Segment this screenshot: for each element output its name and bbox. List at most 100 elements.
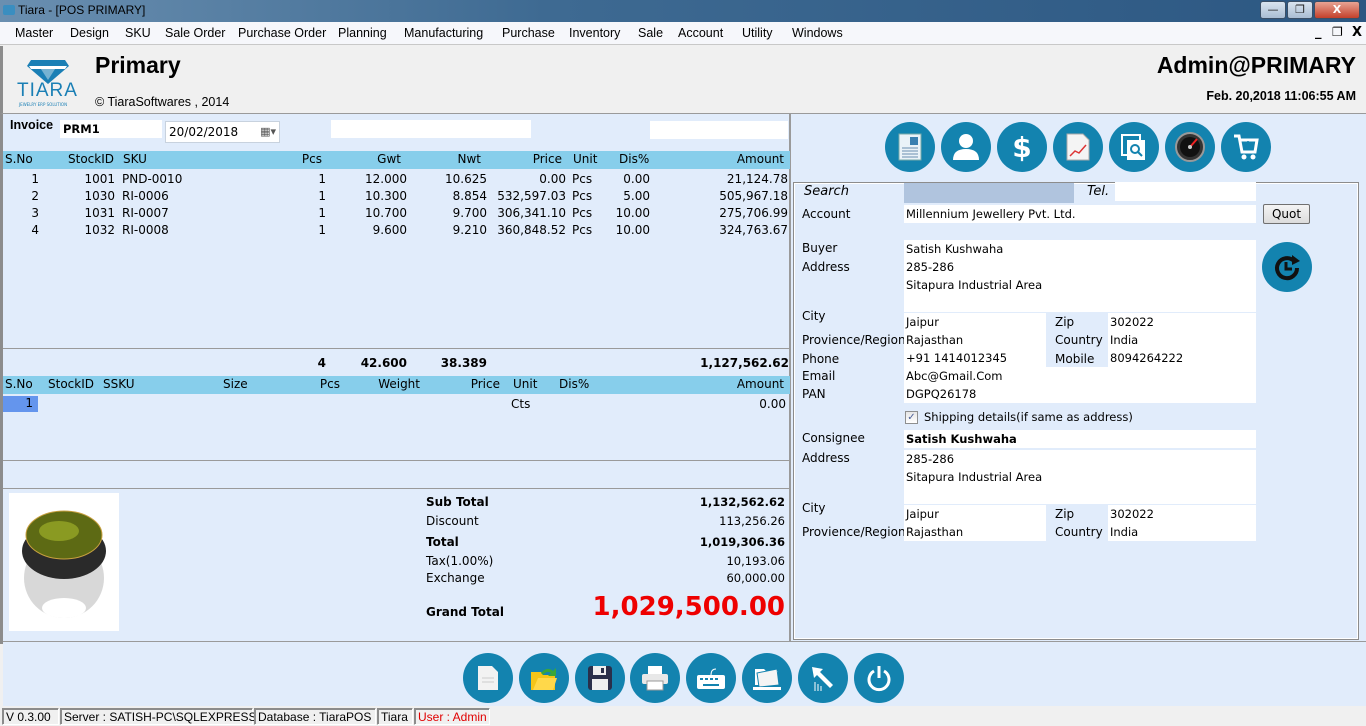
close-button[interactable]: X: [1314, 1, 1360, 19]
item-row[interactable]: 1 1001 PND-0010 1 12.000 10.625 0.00 Pcs 0.00 21,…: [3, 171, 790, 188]
ship-zip-input[interactable]: 302022: [1108, 505, 1256, 523]
mdi-minimize-button[interactable]: _: [1315, 25, 1322, 40]
col-stone-price[interactable]: Price: [471, 377, 500, 391]
maximize-button[interactable]: ❐: [1287, 1, 1313, 19]
col-stone-pcs[interactable]: Pcs: [320, 377, 340, 391]
menu-sale-order[interactable]: Sale Order: [165, 26, 225, 40]
mdi-close-button[interactable]: X: [1352, 25, 1362, 40]
col-sku[interactable]: SKU: [123, 152, 147, 166]
address-line2-input[interactable]: Sitapura Industrial Area: [904, 276, 1256, 294]
zip-input[interactable]: 302022: [1108, 313, 1256, 331]
col-stone-ssku[interactable]: SSKU: [103, 377, 135, 391]
menu-sale[interactable]: Sale: [638, 26, 663, 40]
email-input[interactable]: Abc@Gmail.Com: [904, 367, 1256, 385]
menu-sku[interactable]: SKU: [125, 26, 151, 40]
menu-account[interactable]: Account: [678, 26, 723, 40]
cell-amount: 275,706.99: [719, 206, 788, 220]
col-stockid[interactable]: StockID: [68, 152, 114, 166]
ship-region-label: Provience/Region: [802, 525, 906, 539]
consignee-input[interactable]: Satish Kushwaha: [904, 430, 1256, 448]
exchange-value: 60,000.00: [726, 571, 785, 585]
item-row[interactable]: 2 1030 RI-0006 1 10.300 8.854 532,597.03 Pcs 5.0…: [3, 188, 790, 205]
ship-region-input[interactable]: Rajasthan: [904, 523, 1046, 541]
col-amount[interactable]: Amount: [737, 152, 784, 166]
pointer-button[interactable]: [798, 653, 848, 703]
col-stone-sno[interactable]: S.No: [5, 377, 33, 391]
minimize-button[interactable]: —: [1260, 1, 1286, 19]
cart-button[interactable]: [1221, 122, 1271, 172]
search-document-button[interactable]: [1109, 122, 1159, 172]
ship-address-line2-input[interactable]: Sitapura Industrial Area: [904, 468, 1256, 486]
col-stone-unit[interactable]: Unit: [513, 377, 537, 391]
phone-input[interactable]: +91 1414012345: [904, 349, 1046, 367]
exit-button[interactable]: [854, 653, 904, 703]
ship-city-input[interactable]: Jaipur: [904, 505, 1046, 523]
cursor-arrow-icon: [812, 667, 833, 691]
calendar-dropdown-icon[interactable]: ▦▾: [260, 125, 276, 138]
region-input[interactable]: Rajasthan: [904, 331, 1046, 349]
stone-row-sno-selected[interactable]: 1: [3, 396, 38, 412]
mdi-restore-button[interactable]: ❐: [1332, 25, 1343, 39]
print-button[interactable]: [630, 653, 680, 703]
address-line1-input[interactable]: 285-286: [904, 258, 1256, 276]
search-input[interactable]: [904, 183, 1074, 203]
col-stone-stockid[interactable]: StockID: [48, 377, 94, 391]
open-button[interactable]: [519, 653, 569, 703]
invoice-extra-field-1[interactable]: [331, 120, 531, 138]
invoice-date-picker[interactable]: 20/02/2018 ▦▾: [165, 121, 280, 143]
address-line3-input[interactable]: [904, 294, 1256, 312]
menu-planning[interactable]: Planning: [338, 26, 387, 40]
menu-design[interactable]: Design: [70, 26, 109, 40]
pan-input[interactable]: DGPQ26178: [904, 385, 1256, 403]
col-nwt[interactable]: Nwt: [458, 152, 482, 166]
report-button[interactable]: [1053, 122, 1103, 172]
col-stone-size[interactable]: Size: [223, 377, 248, 391]
col-unit[interactable]: Unit: [573, 152, 597, 166]
menu-manufacturing[interactable]: Manufacturing: [404, 26, 483, 40]
ship-address-line1-input[interactable]: 285-286: [904, 450, 1256, 468]
invoice-number-input[interactable]: PRM1: [60, 120, 162, 138]
shipping-same-checkbox[interactable]: ✓: [905, 411, 918, 424]
invoice-button[interactable]: [885, 122, 935, 172]
customer-button[interactable]: [941, 122, 991, 172]
buyer-input[interactable]: Satish Kushwaha: [904, 240, 1256, 258]
col-dis[interactable]: Dis%: [619, 152, 649, 166]
stone-row[interactable]: 1 Cts 0.00: [3, 396, 790, 413]
col-stone-dis[interactable]: Dis%: [559, 377, 589, 391]
col-pcs[interactable]: Pcs: [302, 152, 322, 166]
tel-input[interactable]: [1115, 182, 1256, 201]
menu-inventory[interactable]: Inventory: [569, 26, 620, 40]
cell-sku: RI-0008: [122, 223, 169, 237]
col-stone-amount[interactable]: Amount: [737, 377, 784, 391]
new-button[interactable]: [463, 653, 513, 703]
mobile-input[interactable]: 8094264222: [1108, 349, 1256, 367]
menu-purchase-order[interactable]: Purchase Order: [238, 26, 326, 40]
search-label: Search: [804, 184, 849, 199]
col-price[interactable]: Price: [533, 152, 562, 166]
col-gwt[interactable]: Gwt: [377, 152, 401, 166]
folder-button[interactable]: [742, 653, 792, 703]
cell-sno: 3: [31, 206, 39, 220]
menu-utility[interactable]: Utility: [742, 26, 773, 40]
status-company: Tiara: [377, 708, 413, 725]
payment-button[interactable]: $: [997, 122, 1047, 172]
account-input[interactable]: Millennium Jewellery Pvt. Ltd.: [904, 205, 1256, 223]
ship-country-input[interactable]: India: [1108, 523, 1256, 541]
city-input[interactable]: Jaipur: [904, 313, 1046, 331]
menu-master[interactable]: Master: [15, 26, 53, 40]
ship-address-line3-input[interactable]: [904, 486, 1256, 504]
item-row[interactable]: 3 1031 RI-0007 1 10.700 9.700 306,341.10 Pcs 10.…: [3, 205, 790, 222]
refresh-button[interactable]: [1262, 242, 1312, 292]
save-button[interactable]: [575, 653, 625, 703]
menu-windows[interactable]: Windows: [792, 26, 843, 40]
keyboard-button[interactable]: [686, 653, 736, 703]
col-stone-weight[interactable]: Weight: [378, 377, 420, 391]
dashboard-button[interactable]: [1165, 122, 1215, 172]
col-sno[interactable]: S.No: [5, 152, 33, 166]
invoice-extra-field-2[interactable]: [650, 121, 788, 139]
menu-purchase[interactable]: Purchase: [502, 26, 555, 40]
quot-button[interactable]: Quot: [1263, 204, 1310, 224]
cell-dis: 5.00: [623, 189, 650, 203]
item-row[interactable]: 4 1032 RI-0008 1 9.600 9.210 360,848.52 Pcs 10.0…: [3, 222, 790, 239]
country-input[interactable]: India: [1108, 331, 1256, 349]
